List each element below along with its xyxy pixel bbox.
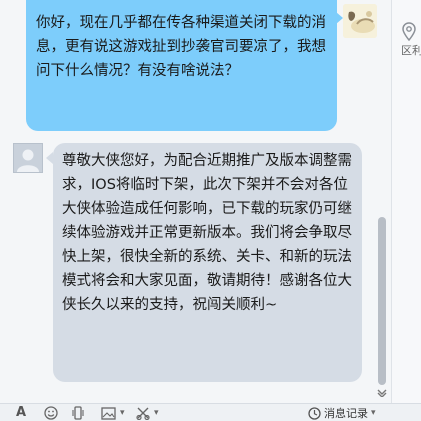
- location-label[interactable]: 区利: [401, 42, 421, 58]
- support-avatar[interactable]: [13, 143, 43, 173]
- support-message-bubble[interactable]: 尊敬大侠您好，为配合近期推广及版本调整需求，IOS将临时下架，此次下架并不会对各…: [53, 143, 362, 382]
- vibrate-icon[interactable]: [72, 406, 84, 420]
- input-toolbar: A ▾ ▾ 消息记录 ▾: [0, 403, 421, 421]
- emoji-icon[interactable]: [44, 406, 58, 420]
- scrollbar-thumb[interactable]: [378, 217, 386, 385]
- message-history-button[interactable]: 消息记录 ▾: [308, 406, 376, 420]
- my-avatar[interactable]: [343, 4, 377, 38]
- image-icon[interactable]: [101, 406, 117, 420]
- screenshot-scissors-icon[interactable]: [136, 406, 150, 420]
- scroll-down-arrow-icon[interactable]: [376, 389, 388, 399]
- scissors-dropdown-icon[interactable]: ▾: [154, 406, 159, 420]
- side-panel: 区利: [391, 0, 421, 403]
- image-dropdown-icon[interactable]: ▾: [120, 406, 125, 420]
- message-history-label: 消息记录: [324, 407, 368, 420]
- chat-area: 你好，现在几乎都在传各种渠道关闭下载的消息，更有说这游戏扯到抄袭官司要凉了，我想…: [0, 0, 391, 403]
- location-pin-icon: [402, 22, 416, 42]
- my-message-bubble[interactable]: 你好，现在几乎都在传各种渠道关闭下载的消息，更有说这游戏扯到抄袭官司要凉了，我想…: [26, 0, 337, 131]
- my-message-text: 你好，现在几乎都在传各种渠道关闭下载的消息，更有说这游戏扯到抄袭官司要凉了，我想…: [36, 15, 326, 79]
- my-bubble-tail: [336, 12, 343, 24]
- history-dropdown-icon[interactable]: ▾: [371, 408, 376, 418]
- font-icon[interactable]: A: [16, 406, 26, 420]
- support-message-text: 尊敬大侠您好，为配合近期推广及版本调整需求，IOS将临时下架，此次下架并不会对各…: [62, 153, 352, 313]
- support-bubble-tail: [46, 152, 53, 164]
- avatar-image-icon: [343, 4, 377, 38]
- clock-icon: [308, 406, 321, 420]
- default-user-icon: [14, 144, 42, 172]
